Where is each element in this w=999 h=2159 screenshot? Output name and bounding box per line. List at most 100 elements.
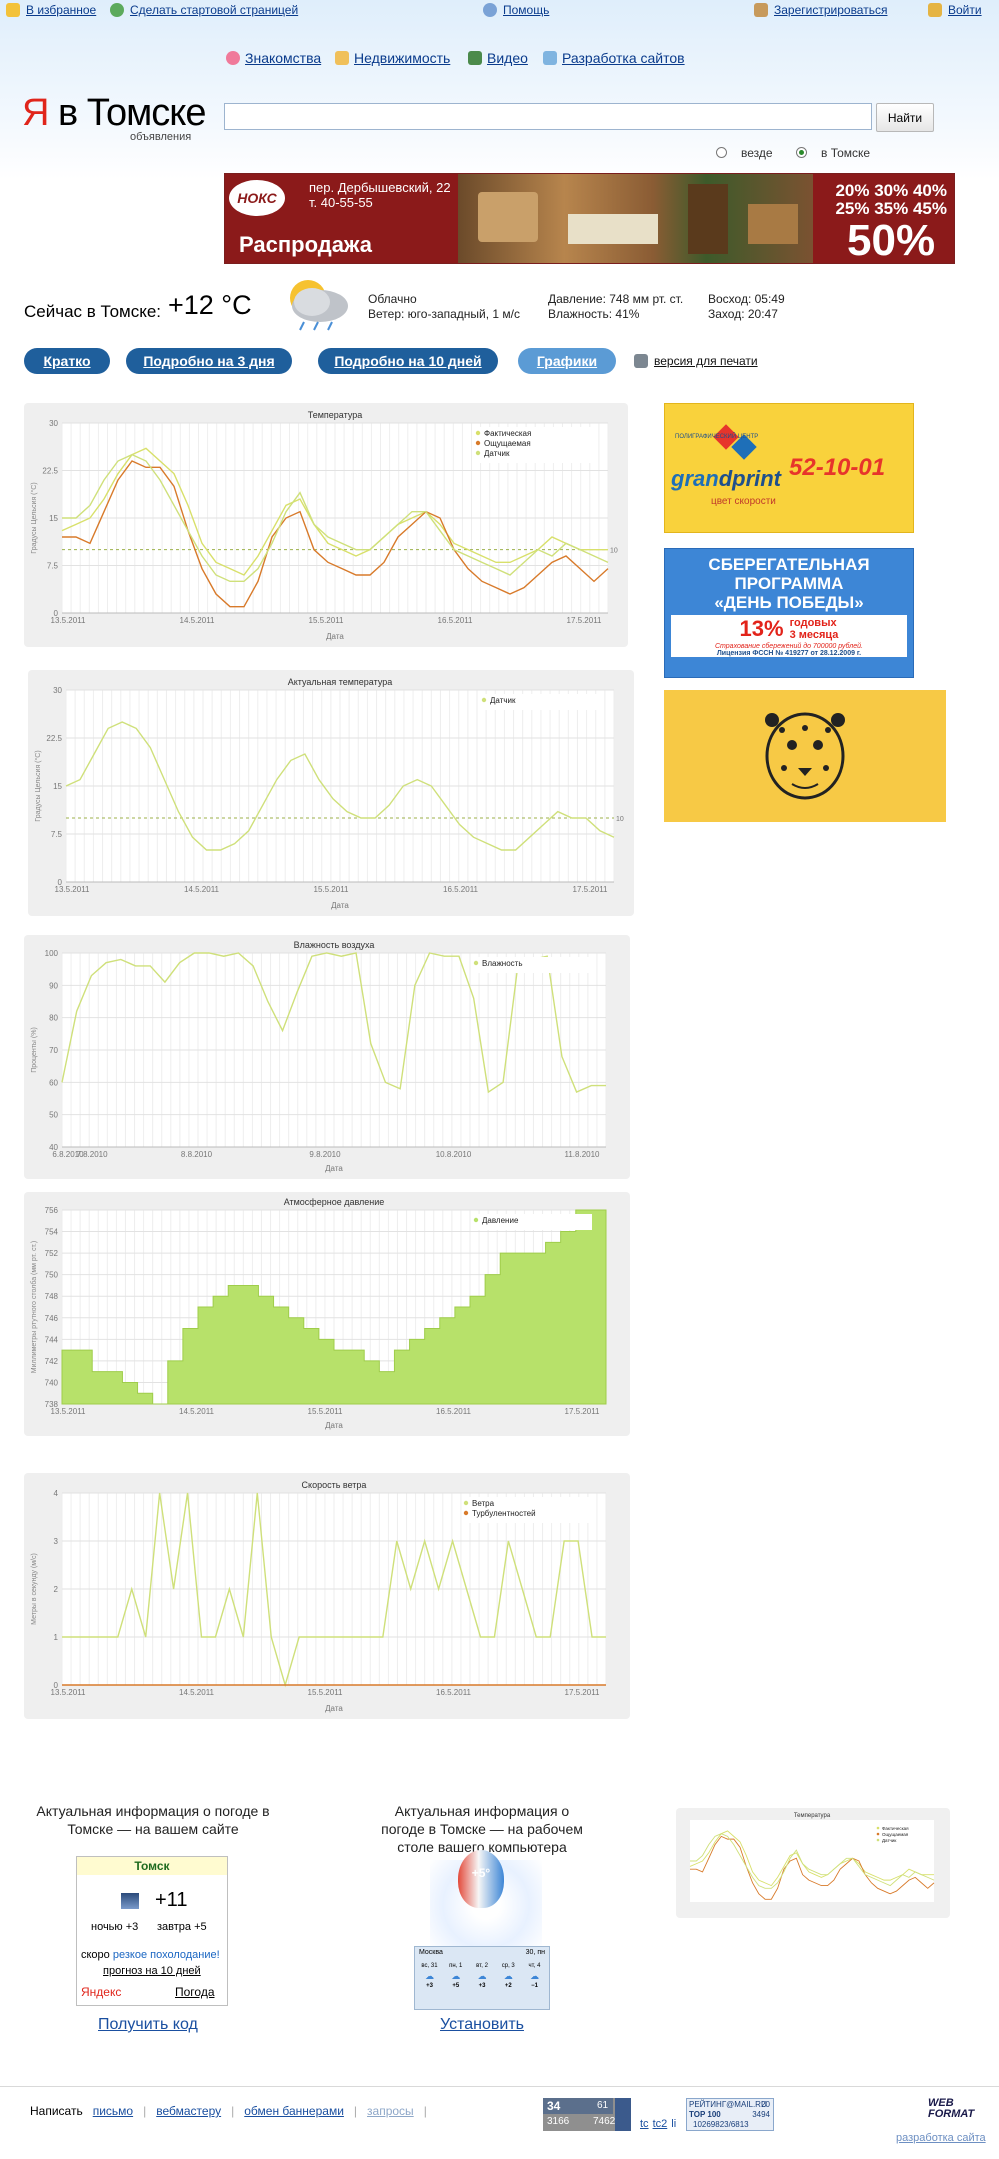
login-link[interactable]: Войти xyxy=(928,3,982,17)
radio-tomsk[interactable] xyxy=(796,147,807,159)
counter-tc[interactable]: tc xyxy=(640,2118,649,2130)
footer-link-letter[interactable]: письмо xyxy=(93,2104,133,2118)
reference-label: 10 xyxy=(616,816,624,823)
informer-soon-link[interactable]: резкое похолодание! xyxy=(113,1949,220,1961)
get-code-link[interactable]: Получить код xyxy=(98,2016,198,2034)
informer-city: Томск xyxy=(77,1857,227,1875)
nav-realty[interactable]: Недвижимость xyxy=(335,50,450,66)
promo-site-text: Актуальная информация о погоде в Томске … xyxy=(36,1803,270,1837)
bank-line2: ПРОГРАММА xyxy=(734,574,844,593)
banner-furniture-photo xyxy=(458,174,813,263)
cloud-icon: ☁ xyxy=(530,1971,539,1981)
banner-discounts: 20% 30% 40% 25% 35% 45% xyxy=(825,182,947,218)
informer-tomorrow: завтра +5 xyxy=(157,1921,207,1933)
counter-li[interactable]: li xyxy=(671,2118,676,2130)
search-scope-everywhere[interactable]: везде xyxy=(716,144,773,162)
banner-address: пер. Дербышевский, 22 xyxy=(309,180,451,195)
gadget-day-temp: +3 xyxy=(478,1983,486,1989)
informer-widget[interactable]: Томск +11 ночью +3 завтра +5 скоро резко… xyxy=(76,1856,228,2006)
favorites-link[interactable]: В избранное xyxy=(6,3,96,17)
search-scope-tomsk[interactable]: в Томске xyxy=(796,144,870,162)
counter-mail-num: 20 xyxy=(761,2100,770,2109)
weather-press-block: Давление: 748 мм рт. ст. Влажность: 41% xyxy=(548,292,683,322)
bank-rate-t1: годовых xyxy=(789,617,837,629)
lock-icon xyxy=(928,3,942,17)
counter-tc2[interactable]: tc2 xyxy=(653,2118,668,2130)
bank-rate: 13% xyxy=(739,616,784,641)
gadget-day-label: вс, 31 xyxy=(421,1963,438,1969)
footer-divider xyxy=(0,2086,999,2087)
ad-bank[interactable]: СБЕРЕГАТЕЛЬНАЯ ПРОГРАММА «ДЕНЬ ПОБЕДЫ» 13%… xyxy=(664,548,914,678)
register-link[interactable]: Зарегистрироваться xyxy=(754,3,887,17)
site-logo[interactable]: Я в Томске xyxy=(22,92,206,135)
counter-mailru[interactable]: РЕЙТИНГ@MAIL.RU 20 TOP 100 3494 10269823… xyxy=(686,2098,774,2131)
footer-link-banners[interactable]: обмен баннерами xyxy=(244,2104,344,2118)
x-tick-label: 15.5.2011 xyxy=(308,1688,344,1697)
tab-short[interactable]: Кратко xyxy=(24,348,110,374)
informer-brand-pogoda[interactable]: Погода xyxy=(175,1985,215,1999)
ad-granprint[interactable]: ПОЛИГРАФИЧЕСКИЙ ЦЕНТР grandprint цвет ск… xyxy=(664,403,914,533)
thumb-legend-label: Фактическая xyxy=(882,1826,909,1831)
legend-label: Влажность xyxy=(482,959,523,968)
desktop-gadget[interactable]: Москва 30, пн вс, 31 ☁ +3 пн, 1 ☁ +5 вт, 2 ☁ +3 с… xyxy=(414,1946,550,2010)
y-tick-label: 748 xyxy=(45,1292,59,1301)
site-dev-link[interactable]: разработка сайта xyxy=(896,2132,986,2144)
help-link[interactable]: Помощь xyxy=(483,3,549,17)
granprint-phone: 52-10-01 xyxy=(789,454,886,481)
counter-liveinternet[interactable]: 34 61 3166 7462 xyxy=(543,2098,631,2131)
footer-link-webmaster[interactable]: вебмастеру xyxy=(156,2104,221,2118)
gadget-day: пн, 1 ☁ +5 xyxy=(443,1961,468,1991)
furniture-banner[interactable]: НОКС пер. Дербышевский, 22 т. 40-55-55 Ра… xyxy=(224,173,955,264)
chart-thumbnail-panel[interactable]: Температура Фактическая Ощущаемая Датчик xyxy=(676,1808,950,1918)
bank-line3: «ДЕНЬ ПОБЕДЫ» xyxy=(714,593,864,612)
reference-label: 10 xyxy=(610,548,618,555)
y-tick-label: 4 xyxy=(54,1489,59,1498)
y-tick-label: 60 xyxy=(49,1078,58,1087)
nav-webdev[interactable]: Разработка сайтов xyxy=(543,50,685,66)
tab-graphs[interactable]: Графики xyxy=(518,348,616,374)
logo-subtitle: объявления xyxy=(130,131,192,143)
start-page-link[interactable]: Сделать стартовой страницей xyxy=(110,3,298,17)
granprint-slogan: цвет скорости xyxy=(711,496,776,507)
x-tick-label: 14.5.2011 xyxy=(179,1688,215,1697)
gadget-day-label: вт, 2 xyxy=(476,1963,488,1969)
x-axis-label: Дата xyxy=(326,632,344,641)
webformat-logo[interactable]: WEB FORMAT xyxy=(928,2098,974,2120)
x-tick-label: 16.5.2011 xyxy=(436,1407,472,1416)
print-version-link[interactable]: версия для печати xyxy=(634,354,758,368)
gadget-days: вс, 31 ☁ +3 пн, 1 ☁ +5 вт, 2 ☁ +3 ср, 3 ☁ +2 чт, 4 ☁ −… xyxy=(417,1961,547,1991)
legend-label: Датчик xyxy=(490,696,516,705)
footer-link-queries[interactable]: запросы xyxy=(367,2104,414,2118)
x-tick-label: 13.5.2011 xyxy=(55,885,91,894)
bank-rate-t2: 3 месяца xyxy=(789,629,839,641)
y-tick-label: 746 xyxy=(45,1314,59,1323)
counter-c: 3166 xyxy=(547,2116,570,2127)
search-button[interactable]: Найти xyxy=(876,103,934,132)
y-tick-label: 744 xyxy=(45,1335,59,1344)
granprint-name: grandprint xyxy=(671,466,781,492)
informer-forecast-link[interactable]: прогноз на 10 дней xyxy=(103,1965,201,1977)
nav-video[interactable]: Видео xyxy=(468,50,528,66)
legend-marker xyxy=(475,440,481,446)
thumb-legend-label: Ощущаемая xyxy=(882,1832,909,1837)
tab-3-days[interactable]: Подробно на 3 дня xyxy=(126,348,292,374)
y-tick-label: 100 xyxy=(45,949,59,958)
gadget-day-label: пн, 1 xyxy=(449,1963,463,1969)
ad-leopard[interactable] xyxy=(664,690,946,822)
radio-everywhere[interactable] xyxy=(716,147,727,159)
thumb-legend-marker xyxy=(876,1832,880,1836)
x-axis-label: Дата xyxy=(325,1164,343,1173)
nav-dating[interactable]: Знакомства xyxy=(226,50,321,66)
y-tick-label: 15 xyxy=(53,782,62,791)
weather-cond-block: Облачно Ветер: юго-западный, 1 м/с xyxy=(368,292,520,322)
search-input[interactable] xyxy=(224,103,872,130)
chart-temperature-panel: 0 7.5 15 22.5 30 13.5.2011 14.5.2011 15.5.2011 1… xyxy=(24,403,628,647)
x-tick-label: 17.5.2011 xyxy=(573,885,609,894)
star-icon xyxy=(6,3,20,17)
tab-10-days[interactable]: Подробно на 10 дней xyxy=(318,348,498,374)
bank-line1: СБЕРЕГАТЕЛЬНАЯ xyxy=(708,555,870,574)
y-tick-label: 22.5 xyxy=(46,734,62,743)
y-tick-label: 70 xyxy=(49,1046,58,1055)
install-link[interactable]: Установить xyxy=(440,2016,524,2034)
y-axis-label: Проценты (%) xyxy=(31,1027,38,1073)
